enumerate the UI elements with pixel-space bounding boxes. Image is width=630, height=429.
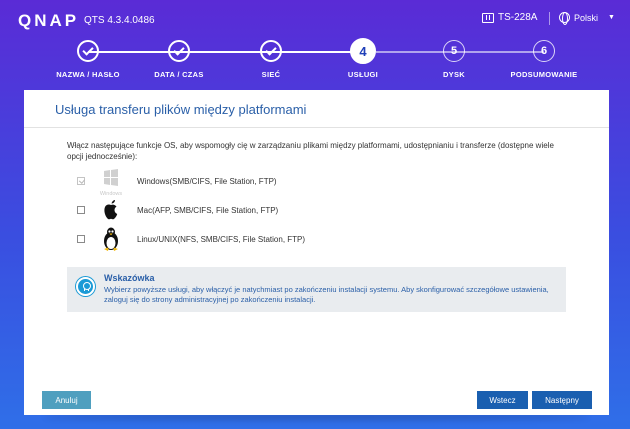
next-button[interactable]: Następny <box>532 391 592 409</box>
option-label: Linux/UNIX(NFS, SMB/CIFS, File Station, … <box>137 234 306 244</box>
linux-tux-icon <box>97 226 125 252</box>
tip-text: Wybierz powyższe usługi, aby włączyć je … <box>104 285 549 304</box>
wizard-panel: Usługa transferu plików między platforma… <box>24 90 609 415</box>
option-mac: Mac(AFP, SMB/CIFS, File Station, FTP) <box>77 197 278 223</box>
windows-icon: Windows <box>97 168 125 197</box>
step-circle: 5 <box>443 40 465 62</box>
apple-icon <box>97 197 125 223</box>
option-label: Windows(SMB/CIFS, File Station, FTP) <box>137 176 277 186</box>
lightbulb-icon <box>76 277 95 296</box>
windows-checkbox[interactable] <box>77 177 85 185</box>
step-circle <box>77 40 99 62</box>
step-summary: 6 PODSUMOWANIE <box>489 40 599 79</box>
title-divider <box>24 127 609 128</box>
firmware-version: QTS 4.3.4.0486 <box>84 15 155 26</box>
step-circle <box>260 40 282 62</box>
intro-text: Włącz następujące funkcje OS, aby wspomo… <box>67 141 554 161</box>
option-windows: Windows Windows(SMB/CIFS, File Station, … <box>77 168 277 197</box>
linux-checkbox[interactable] <box>77 235 85 243</box>
setup-stepper: NAZWA / HASŁO DATA / CZAS SIEĆ 4 USŁUGI … <box>0 38 630 86</box>
check-icon <box>173 43 185 56</box>
header-divider <box>549 12 550 25</box>
step-circle: 4 <box>350 38 376 64</box>
language-label: Polski <box>574 12 599 23</box>
chevron-down-icon: ▼ <box>608 14 615 21</box>
cancel-button[interactable]: Anuluj <box>42 391 91 409</box>
device-badge: TS-228A <box>482 12 537 23</box>
step-circle: 6 <box>533 40 555 62</box>
option-label: Mac(AFP, SMB/CIFS, File Station, FTP) <box>137 205 279 215</box>
qnap-logo: QNAP <box>18 11 80 30</box>
panel-title: Usługa transferu plików między platforma… <box>55 102 307 117</box>
option-linux: Linux/UNIX(NFS, SMB/CIFS, File Station, … <box>77 226 305 252</box>
tip-box: Wskazówka Wybierz powyższe usługi, aby w… <box>67 267 566 312</box>
step-circle <box>168 40 190 62</box>
mac-checkbox[interactable] <box>77 206 85 214</box>
back-button[interactable]: Wstecz <box>477 391 528 409</box>
step-label: PODSUMOWANIE <box>510 70 578 79</box>
check-icon <box>265 43 277 56</box>
globe-icon <box>559 12 570 25</box>
nas-device-icon <box>482 12 494 23</box>
tip-title: Wskazówka <box>104 273 155 283</box>
language-selector[interactable]: Polski ▼ <box>559 12 615 25</box>
device-name: TS-228A <box>498 12 538 23</box>
check-icon <box>82 43 94 56</box>
